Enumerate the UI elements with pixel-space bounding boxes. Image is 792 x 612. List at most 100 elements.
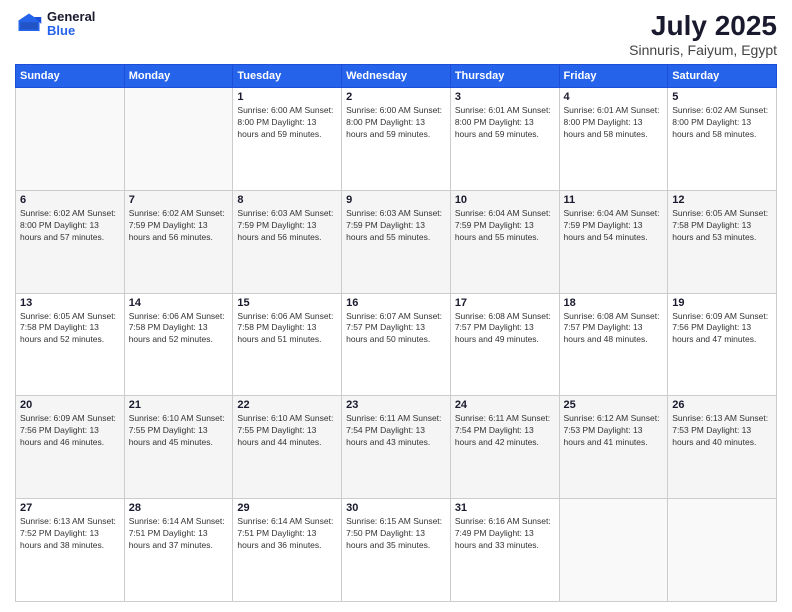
day-detail: Sunrise: 6:00 AM Sunset: 8:00 PM Dayligh…: [237, 105, 337, 141]
day-detail: Sunrise: 6:13 AM Sunset: 7:53 PM Dayligh…: [672, 413, 772, 449]
table-row: 6Sunrise: 6:02 AM Sunset: 8:00 PM Daylig…: [16, 190, 125, 293]
day-number: 27: [20, 502, 120, 514]
page: General Blue July 2025 Sinnuris, Faiyum,…: [0, 0, 792, 612]
day-number: 1: [237, 91, 337, 103]
day-detail: Sunrise: 6:07 AM Sunset: 7:57 PM Dayligh…: [346, 311, 446, 347]
table-row: 14Sunrise: 6:06 AM Sunset: 7:58 PM Dayli…: [124, 293, 233, 396]
table-row: 3Sunrise: 6:01 AM Sunset: 8:00 PM Daylig…: [450, 88, 559, 191]
day-detail: Sunrise: 6:13 AM Sunset: 7:52 PM Dayligh…: [20, 516, 120, 552]
subtitle: Sinnuris, Faiyum, Egypt: [629, 42, 777, 58]
logo: General Blue: [15, 10, 95, 39]
day-detail: Sunrise: 6:03 AM Sunset: 7:59 PM Dayligh…: [237, 208, 337, 244]
day-number: 13: [20, 297, 120, 309]
day-number: 18: [564, 297, 664, 309]
calendar-header-row: Sunday Monday Tuesday Wednesday Thursday…: [16, 65, 777, 88]
day-detail: Sunrise: 6:09 AM Sunset: 7:56 PM Dayligh…: [20, 413, 120, 449]
table-row: 20 Sunrise: 6:09 AM Sunset: 7:56 PM Dayli…: [16, 396, 125, 499]
day-number: 21: [129, 399, 229, 411]
day-number: 20: [20, 399, 120, 411]
day-detail: Sunrise: 6:04 AM Sunset: 7:59 PM Dayligh…: [564, 208, 664, 244]
day-number: 30: [346, 502, 446, 514]
table-row: 8Sunrise: 6:03 AM Sunset: 7:59 PM Daylig…: [233, 190, 342, 293]
day-number: 24: [455, 399, 555, 411]
day-number: 29: [237, 502, 337, 514]
calendar-week-row: 13 Sunrise: 6:05 AM Sunset: 7:58 PM Dayli…: [16, 293, 777, 396]
table-row: [16, 88, 125, 191]
day-detail: Sunrise: 6:09 AM Sunset: 7:56 PM Dayligh…: [672, 311, 772, 347]
table-row: 5 Sunrise: 6:02 AM Sunset: 8:00 PM Daylig…: [668, 88, 777, 191]
table-row: 28Sunrise: 6:14 AM Sunset: 7:51 PM Dayli…: [124, 499, 233, 602]
calendar-week-row: 6Sunrise: 6:02 AM Sunset: 8:00 PM Daylig…: [16, 190, 777, 293]
day-number: 31: [455, 502, 555, 514]
day-number: 26: [672, 399, 772, 411]
day-detail: Sunrise: 6:11 AM Sunset: 7:54 PM Dayligh…: [455, 413, 555, 449]
table-row: 7Sunrise: 6:02 AM Sunset: 7:59 PM Daylig…: [124, 190, 233, 293]
day-number: 5: [672, 91, 772, 103]
table-row: 9 Sunrise: 6:03 AM Sunset: 7:59 PM Daylig…: [342, 190, 451, 293]
col-monday: Monday: [124, 65, 233, 88]
table-row: 21 Sunrise: 6:10 AM Sunset: 7:55 PM Dayli…: [124, 396, 233, 499]
table-row: 2Sunrise: 6:00 AM Sunset: 8:00 PM Daylig…: [342, 88, 451, 191]
day-number: 14: [129, 297, 229, 309]
header: General Blue July 2025 Sinnuris, Faiyum,…: [15, 10, 777, 58]
day-detail: Sunrise: 6:08 AM Sunset: 7:57 PM Dayligh…: [564, 311, 664, 347]
table-row: 11 Sunrise: 6:04 AM Sunset: 7:59 PM Dayli…: [559, 190, 668, 293]
table-row: 27 Sunrise: 6:13 AM Sunset: 7:52 PM Dayli…: [16, 499, 125, 602]
logo-text: General Blue: [47, 10, 95, 39]
table-row: 18 Sunrise: 6:08 AM Sunset: 7:57 PM Dayli…: [559, 293, 668, 396]
day-detail: Sunrise: 6:02 AM Sunset: 8:00 PM Dayligh…: [672, 105, 772, 141]
col-tuesday: Tuesday: [233, 65, 342, 88]
day-number: 16: [346, 297, 446, 309]
day-number: 25: [564, 399, 664, 411]
day-detail: Sunrise: 6:01 AM Sunset: 8:00 PM Dayligh…: [455, 105, 555, 141]
table-row: 22Sunrise: 6:10 AM Sunset: 7:55 PM Dayli…: [233, 396, 342, 499]
table-row: 24 Sunrise: 6:11 AM Sunset: 7:54 PM Dayli…: [450, 396, 559, 499]
day-detail: Sunrise: 6:04 AM Sunset: 7:59 PM Dayligh…: [455, 208, 555, 244]
calendar-table: Sunday Monday Tuesday Wednesday Thursday…: [15, 64, 777, 602]
col-thursday: Thursday: [450, 65, 559, 88]
table-row: 15 Sunrise: 6:06 AM Sunset: 7:58 PM Dayli…: [233, 293, 342, 396]
day-detail: Sunrise: 6:01 AM Sunset: 8:00 PM Dayligh…: [564, 105, 664, 141]
logo-blue-label: Blue: [47, 24, 95, 38]
day-detail: Sunrise: 6:03 AM Sunset: 7:59 PM Dayligh…: [346, 208, 446, 244]
day-number: 6: [20, 194, 120, 206]
col-wednesday: Wednesday: [342, 65, 451, 88]
table-row: 30 Sunrise: 6:15 AM Sunset: 7:50 PM Dayli…: [342, 499, 451, 602]
day-number: 10: [455, 194, 555, 206]
day-detail: Sunrise: 6:16 AM Sunset: 7:49 PM Dayligh…: [455, 516, 555, 552]
day-number: 19: [672, 297, 772, 309]
day-detail: Sunrise: 6:11 AM Sunset: 7:54 PM Dayligh…: [346, 413, 446, 449]
day-detail: Sunrise: 6:15 AM Sunset: 7:50 PM Dayligh…: [346, 516, 446, 552]
calendar-week-row: 27 Sunrise: 6:13 AM Sunset: 7:52 PM Dayli…: [16, 499, 777, 602]
day-detail: Sunrise: 6:12 AM Sunset: 7:53 PM Dayligh…: [564, 413, 664, 449]
table-row: 29Sunrise: 6:14 AM Sunset: 7:51 PM Dayli…: [233, 499, 342, 602]
table-row: 1 Sunrise: 6:00 AM Sunset: 8:00 PM Daylig…: [233, 88, 342, 191]
logo-icon: [15, 10, 43, 38]
col-sunday: Sunday: [16, 65, 125, 88]
day-detail: Sunrise: 6:06 AM Sunset: 7:58 PM Dayligh…: [237, 311, 337, 347]
table-row: 25 Sunrise: 6:12 AM Sunset: 7:53 PM Dayli…: [559, 396, 668, 499]
main-title: July 2025: [629, 10, 777, 42]
table-row: [124, 88, 233, 191]
table-row: [668, 499, 777, 602]
table-row: 17 Sunrise: 6:08 AM Sunset: 7:57 PM Dayli…: [450, 293, 559, 396]
day-detail: Sunrise: 6:10 AM Sunset: 7:55 PM Dayligh…: [129, 413, 229, 449]
day-number: 23: [346, 399, 446, 411]
table-row: 31 Sunrise: 6:16 AM Sunset: 7:49 PM Dayli…: [450, 499, 559, 602]
table-row: 12Sunrise: 6:05 AM Sunset: 7:58 PM Dayli…: [668, 190, 777, 293]
day-detail: Sunrise: 6:08 AM Sunset: 7:57 PM Dayligh…: [455, 311, 555, 347]
table-row: 19 Sunrise: 6:09 AM Sunset: 7:56 PM Dayli…: [668, 293, 777, 396]
title-block: July 2025 Sinnuris, Faiyum, Egypt: [629, 10, 777, 58]
table-row: 13 Sunrise: 6:05 AM Sunset: 7:58 PM Dayli…: [16, 293, 125, 396]
day-number: 17: [455, 297, 555, 309]
day-detail: Sunrise: 6:05 AM Sunset: 7:58 PM Dayligh…: [20, 311, 120, 347]
table-row: 16 Sunrise: 6:07 AM Sunset: 7:57 PM Dayli…: [342, 293, 451, 396]
logo-general-label: General: [47, 10, 95, 24]
day-number: 11: [564, 194, 664, 206]
day-detail: Sunrise: 6:05 AM Sunset: 7:58 PM Dayligh…: [672, 208, 772, 244]
table-row: [559, 499, 668, 602]
day-number: 9: [346, 194, 446, 206]
day-number: 15: [237, 297, 337, 309]
day-number: 22: [237, 399, 337, 411]
col-saturday: Saturday: [668, 65, 777, 88]
